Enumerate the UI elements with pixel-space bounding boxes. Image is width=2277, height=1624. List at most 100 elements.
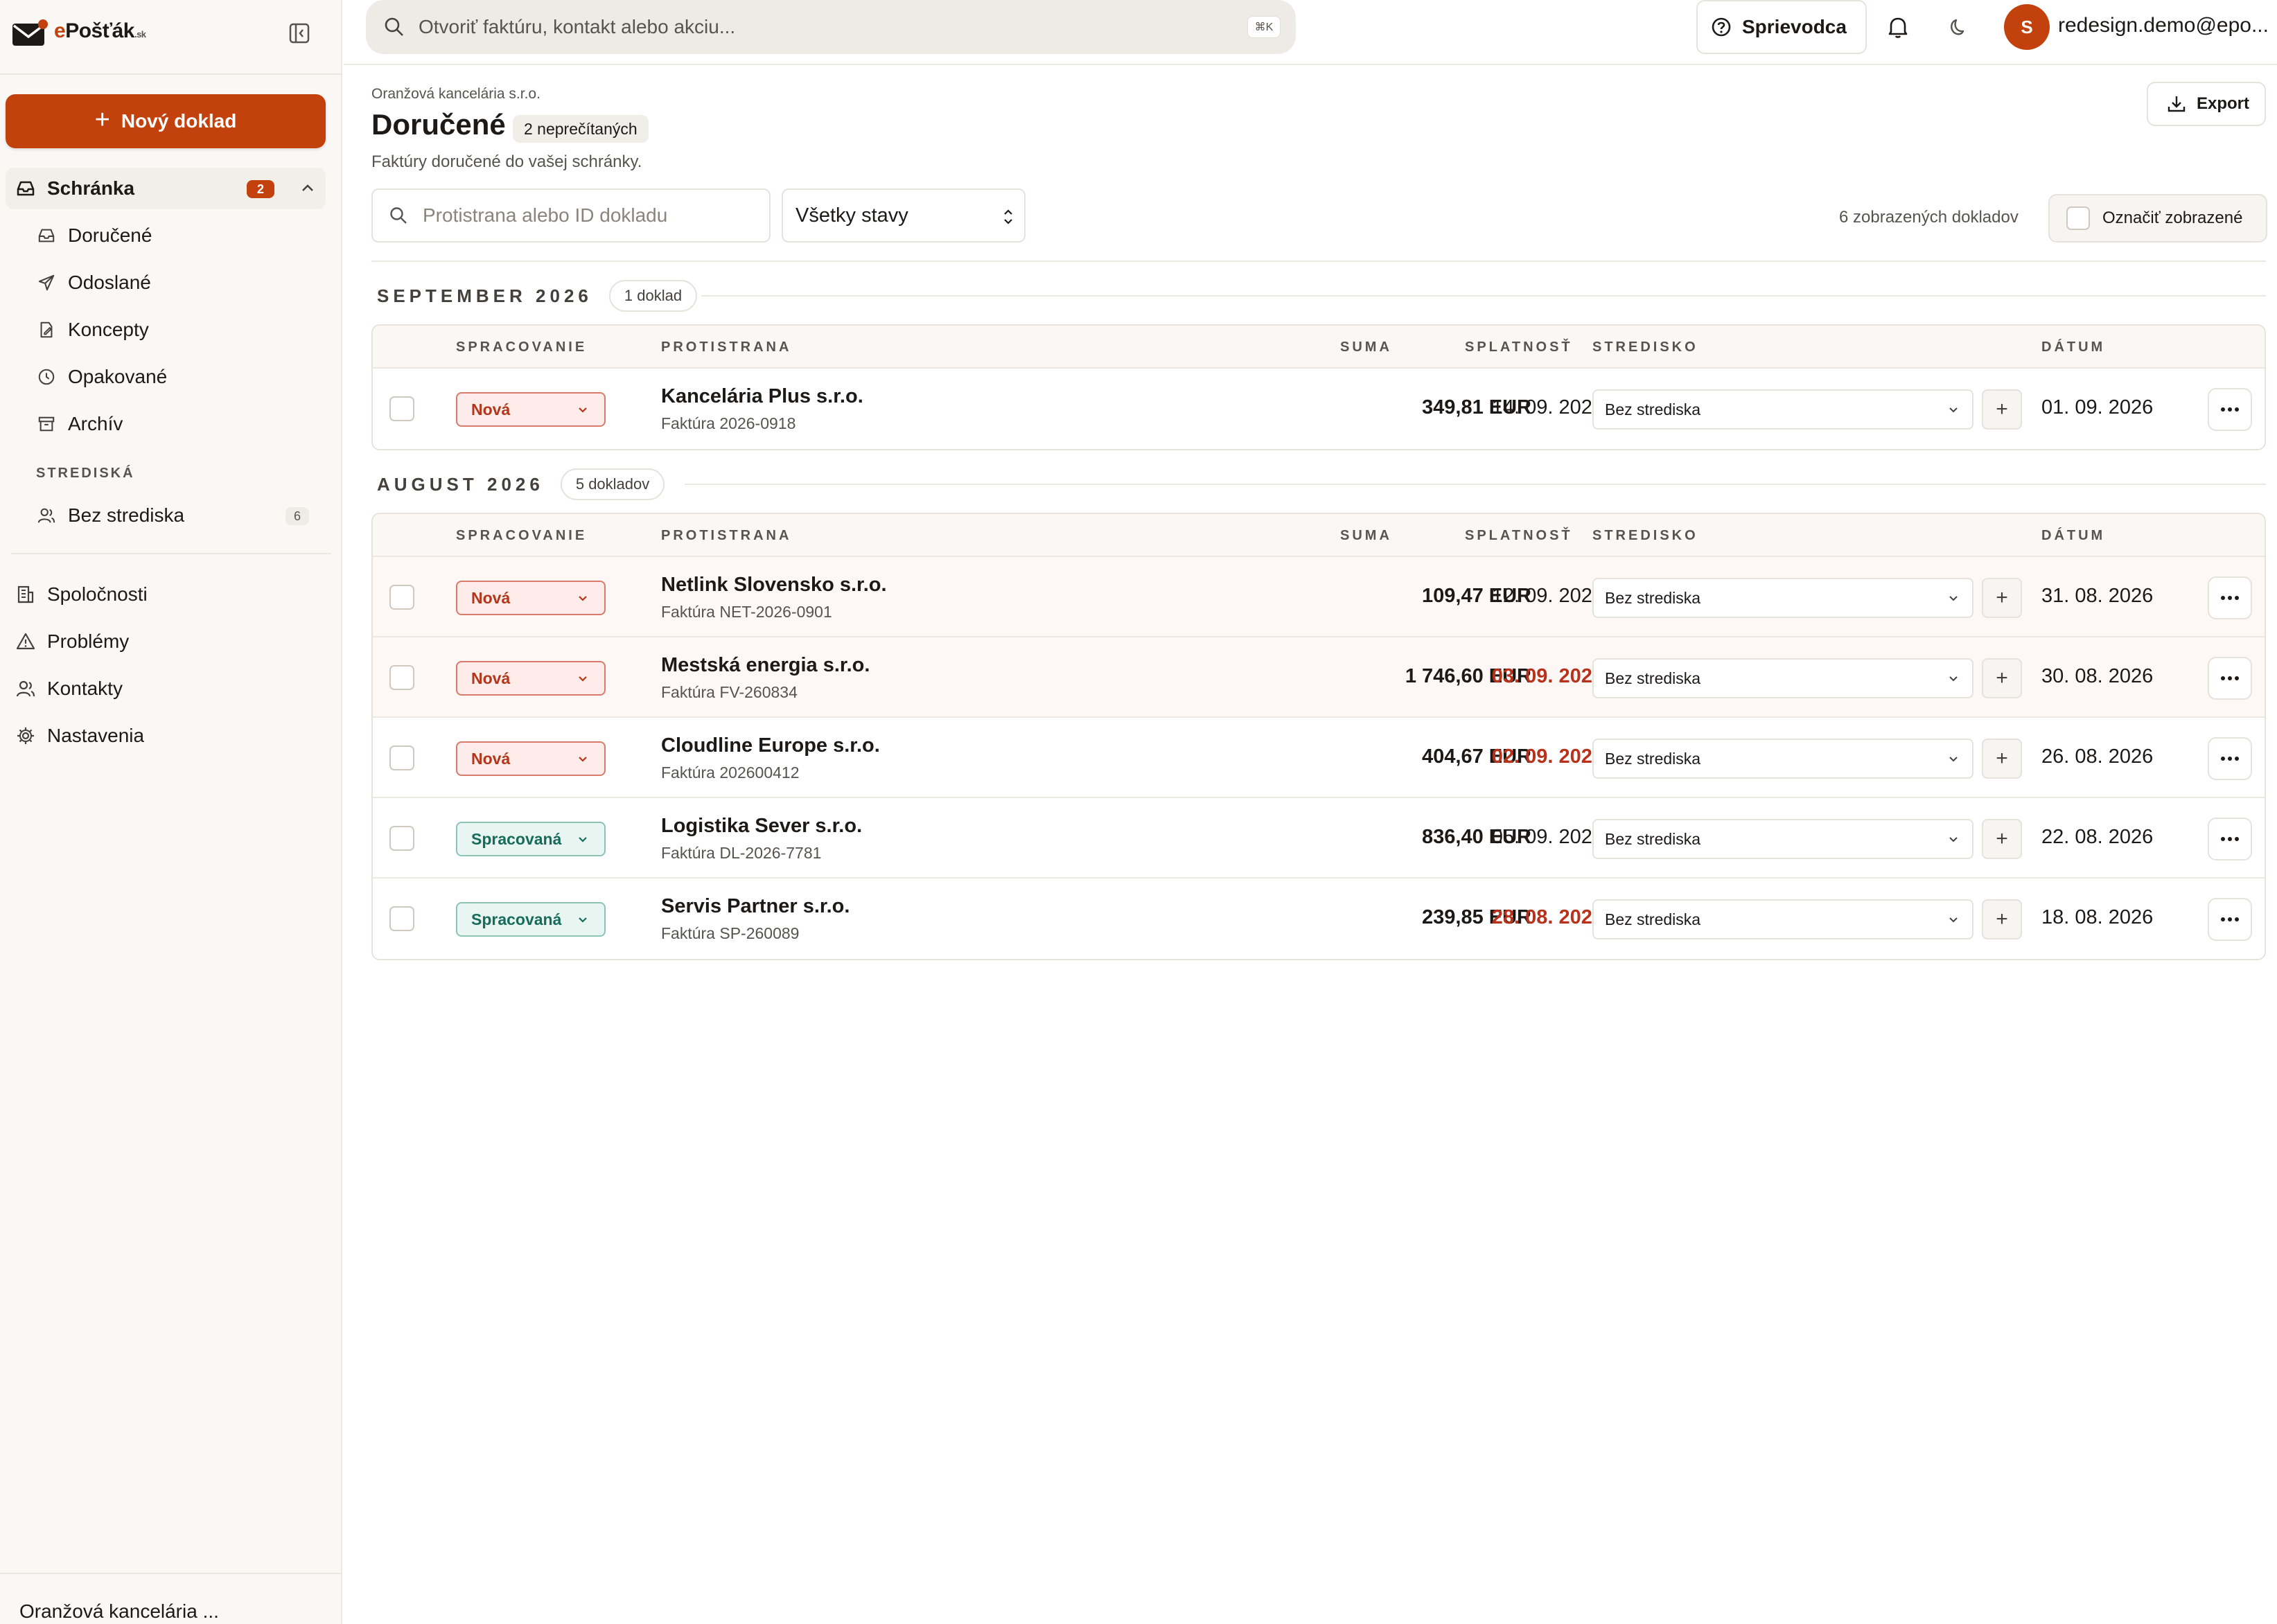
row-checkbox[interactable]: [389, 585, 414, 610]
table-row[interactable]: Nová Mestská energia s.r.o. Faktúra FV-2…: [373, 637, 2265, 718]
sidebar-item-label: Schránka: [47, 177, 135, 199]
row-checkbox[interactable]: [389, 396, 414, 421]
add-center-button[interactable]: +: [1982, 658, 2022, 698]
guide-button[interactable]: Sprievodca: [1696, 0, 1867, 54]
global-search-input[interactable]: Otvoriť faktúru, kontakt alebo akciu... …: [366, 0, 1296, 54]
column-header-center[interactable]: STREDISKO: [1592, 528, 1698, 544]
counterparty-name[interactable]: Kancelária Plus s.r.o.: [661, 385, 863, 408]
center-select[interactable]: Bez strediska: [1592, 819, 1973, 859]
sidebar-item-inbox[interactable]: Schránka 2: [6, 168, 326, 209]
chevron-down-icon: [1947, 913, 1960, 926]
mark-shown-checkbox[interactable]: [2066, 206, 2090, 230]
more-actions-icon[interactable]: [2208, 657, 2252, 700]
dark-mode-moon-icon[interactable]: [1944, 12, 1973, 42]
table-row[interactable]: Nová Netlink Slovensko s.r.o. Faktúra NE…: [373, 557, 2265, 637]
row-checkbox[interactable]: [389, 745, 414, 770]
document-date: 22. 08. 2026: [2041, 826, 2154, 848]
column-header-status[interactable]: SPRACOVANIE: [456, 339, 587, 355]
column-header-counterparty[interactable]: PROTISTRANA: [661, 339, 791, 355]
more-actions-icon[interactable]: [2208, 388, 2252, 431]
status-dropdown[interactable]: Spracovaná: [456, 902, 606, 937]
sidebar-item-recurring[interactable]: Opakované: [28, 356, 326, 398]
add-center-button[interactable]: +: [1982, 739, 2022, 779]
status-dropdown[interactable]: Nová: [456, 392, 606, 427]
more-actions-icon[interactable]: [2208, 898, 2252, 941]
more-actions-icon[interactable]: [2208, 818, 2252, 860]
center-select[interactable]: Bez strediska: [1592, 389, 1973, 430]
sidebar-item-no-center[interactable]: Bez strediska 6: [28, 495, 326, 536]
user-email[interactable]: redesign.demo@epo...: [2058, 14, 2269, 37]
column-header-due-date[interactable]: SPLATNOSŤ: [1465, 339, 1573, 355]
plus-icon: +: [94, 105, 110, 134]
center-select[interactable]: Bez strediska: [1592, 578, 1973, 618]
counterparty-search-field[interactable]: [371, 188, 771, 242]
counterparty-name[interactable]: Netlink Slovensko s.r.o.: [661, 574, 887, 597]
export-button[interactable]: Export: [2147, 82, 2266, 126]
status-dropdown[interactable]: Spracovaná: [456, 822, 606, 856]
centers-heading: STREDISKÁ: [36, 466, 135, 481]
more-actions-icon[interactable]: [2208, 576, 2252, 619]
column-header-status[interactable]: SPRACOVANIE: [456, 528, 587, 544]
row-checkbox[interactable]: [389, 826, 414, 851]
add-center-button[interactable]: +: [1982, 389, 2022, 430]
mark-shown-button[interactable]: Označiť zobrazené: [2048, 194, 2267, 242]
counterparty-search-input[interactable]: [423, 204, 769, 227]
document-date: 30. 08. 2026: [2041, 665, 2154, 687]
inbox-unread-badge: 2: [247, 180, 274, 198]
center-select[interactable]: Bez strediska: [1592, 739, 1973, 779]
status-dropdown[interactable]: Nová: [456, 581, 606, 615]
sidebar-item-settings[interactable]: Nastavenia: [6, 715, 326, 757]
sidebar-item-problems[interactable]: Problémy: [6, 621, 326, 662]
page-title: Doručené: [371, 108, 506, 141]
table-row[interactable]: Spracovaná Logistika Sever s.r.o. Faktúr…: [373, 798, 2265, 879]
column-header-due-date[interactable]: SPLATNOSŤ: [1465, 528, 1573, 544]
column-header-date[interactable]: DÁTUM: [2041, 339, 2105, 355]
inbox-icon: [35, 224, 58, 247]
status-label: Nová: [471, 669, 511, 687]
user-avatar[interactable]: S: [2004, 4, 2050, 50]
status-dropdown[interactable]: Nová: [456, 741, 606, 776]
sidebar-item-drafts[interactable]: Koncepty: [28, 309, 326, 351]
counterparty-name[interactable]: Mestská energia s.r.o.: [661, 654, 870, 677]
column-header-amount[interactable]: SUMA: [1340, 339, 1392, 355]
chevron-down-icon: [577, 833, 589, 845]
counterparty-name[interactable]: Logistika Sever s.r.o.: [661, 815, 862, 838]
table-row[interactable]: Spracovaná Servis Partner s.r.o. Faktúra…: [373, 879, 2265, 959]
row-checkbox[interactable]: [389, 906, 414, 931]
add-center-button[interactable]: +: [1982, 899, 2022, 939]
row-checkbox[interactable]: [389, 665, 414, 690]
document-id: Faktúra 202600412: [661, 764, 800, 782]
more-actions-icon[interactable]: [2208, 737, 2252, 780]
organization-switcher[interactable]: Oranžová kancelária ...: [19, 1600, 219, 1623]
app-logo[interactable]: ePošťák.sk: [54, 19, 146, 43]
collapse-sidebar-icon[interactable]: [284, 18, 315, 48]
users-icon: [35, 504, 58, 527]
center-select[interactable]: Bez strediska: [1592, 658, 1973, 698]
column-header-center[interactable]: STREDISKO: [1592, 339, 1698, 355]
logo-row: ePošťák.sk: [11, 15, 331, 54]
sidebar-item-delivered[interactable]: Doručené: [28, 215, 326, 256]
add-center-button[interactable]: +: [1982, 578, 2022, 618]
counterparty-name[interactable]: Servis Partner s.r.o.: [661, 895, 850, 918]
status-dropdown[interactable]: Nová: [456, 661, 606, 696]
add-center-button[interactable]: +: [1982, 819, 2022, 859]
due-date: 14. 09. 2026: [1491, 396, 1603, 418]
column-header-date[interactable]: DÁTUM: [2041, 528, 2105, 544]
column-header-amount[interactable]: SUMA: [1340, 528, 1392, 544]
table-row[interactable]: Nová Cloudline Europe s.r.o. Faktúra 202…: [373, 718, 2265, 798]
sidebar-item-sent[interactable]: Odoslané: [28, 262, 326, 303]
notifications-bell-icon[interactable]: [1883, 12, 1913, 42]
status-filter-select[interactable]: Všetky stavy: [782, 188, 1026, 242]
new-document-button[interactable]: + Nový doklad: [6, 94, 326, 148]
sidebar-item-label: Opakované: [68, 366, 168, 387]
sidebar-item-companies[interactable]: Spoločnosti: [6, 574, 326, 615]
table-row[interactable]: Nová Kancelária Plus s.r.o. Faktúra 2026…: [373, 369, 2265, 449]
sidebar-item-archive[interactable]: Archív: [28, 403, 326, 445]
column-header-counterparty[interactable]: PROTISTRANA: [661, 528, 791, 544]
sidebar-item-label: Nastavenia: [47, 725, 145, 746]
sidebar-item-contacts[interactable]: Kontakty: [6, 668, 326, 709]
chevron-up-icon[interactable]: [297, 177, 319, 200]
counterparty-name[interactable]: Cloudline Europe s.r.o.: [661, 734, 880, 757]
sidebar-divider: [0, 1573, 342, 1574]
center-select[interactable]: Bez strediska: [1592, 899, 1973, 939]
